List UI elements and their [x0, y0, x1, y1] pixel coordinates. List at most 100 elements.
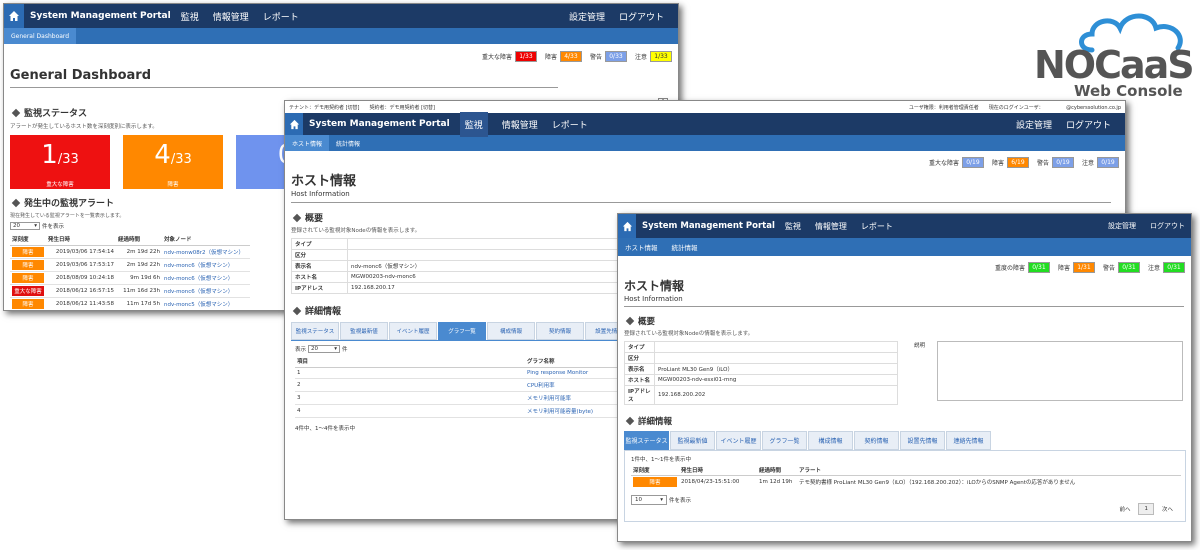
tenant-info[interactable]: テナント：デモ用契約者 [切替] 契約者：デモ用契約者 [切替]: [289, 104, 435, 111]
show-count-select[interactable]: 20 ▾: [308, 345, 341, 353]
column-header[interactable]: 経過時間: [757, 465, 797, 476]
badge-count[interactable]: 4/33: [559, 51, 582, 62]
nav-report[interactable]: レポート: [263, 10, 299, 23]
table-header: 深刻度 発生日時 経過時間 アラート: [631, 465, 1181, 476]
table-row[interactable]: 障害 2018/04/23-15:51:00 1m 12d 19h テモ契約書様…: [631, 476, 1181, 489]
alert-elapsed: 9m 19d 6h: [130, 275, 160, 281]
alert-node-link[interactable]: ndv-monc6（仮想マシン）: [162, 259, 250, 272]
detail-tab[interactable]: 監視ステータス: [291, 322, 339, 340]
detail-tab[interactable]: 監視最新値: [340, 322, 388, 340]
detail-tab[interactable]: 契約情報: [536, 322, 584, 340]
nav-logout[interactable]: ログアウト: [1150, 221, 1185, 231]
badge-count[interactable]: 6/19: [1006, 157, 1029, 168]
overview-row: 区分: [624, 352, 898, 364]
status-tile[interactable]: 4/33 障害: [123, 135, 223, 189]
brand-title[interactable]: System Management Portal: [30, 11, 171, 21]
badge-label: 警告: [1102, 265, 1115, 272]
badge-count[interactable]: 0/19: [961, 157, 984, 168]
home-icon[interactable]: [285, 113, 303, 135]
detail-tab[interactable]: イベント履歴: [389, 322, 437, 340]
brand-title[interactable]: System Management Portal: [309, 119, 450, 129]
field-value: 192.168.200.17: [347, 282, 621, 294]
table-row[interactable]: 障害 2019/03/06 17:53:17 2m 19d 22h ndv-mo…: [10, 259, 250, 272]
tab-general-dashboard[interactable]: General Dashboard: [4, 28, 77, 44]
tab-host-info[interactable]: ホスト情報: [618, 238, 665, 256]
alert-node-link[interactable]: ndv-monc5（仮想マシン）: [162, 298, 250, 311]
page-size-select[interactable]: 20 ▾: [10, 222, 40, 230]
row-number: 4: [297, 408, 301, 414]
nav-settings[interactable]: 設定管理: [1016, 118, 1052, 131]
next-page-button[interactable]: 次へ: [1158, 503, 1177, 515]
detail-tab[interactable]: 構成情報: [487, 322, 535, 340]
badge-count[interactable]: 1/31: [1072, 262, 1095, 273]
badge-count[interactable]: 1/33: [514, 51, 537, 62]
overview-row: ホスト名 MGW00203-ndv-monc6: [291, 271, 621, 283]
alert-node-link[interactable]: ndv-monc5（仮想マシン）: [162, 311, 250, 312]
page-1-button[interactable]: 1: [1138, 503, 1154, 515]
column-header[interactable]: 深刻度: [10, 233, 46, 246]
brand-title[interactable]: System Management Portal: [642, 221, 775, 231]
badge-count[interactable]: 0/19: [1051, 157, 1074, 168]
nav-monitor[interactable]: 監視: [181, 10, 199, 23]
detail-tab[interactable]: イベント履歴: [716, 431, 761, 450]
table-row[interactable]: 障害 2018/08/09 10:24:18 9m 19d 6h ndv-mon…: [10, 272, 250, 285]
show-count-value: 20: [311, 346, 319, 352]
table-row[interactable]: 障害 2018/06/12 11:43:56 11m 17d 5h ndv-mo…: [10, 311, 250, 312]
table-row[interactable]: 障害 2019/03/06 17:54:14 2m 19d 22h ndv-mo…: [10, 246, 250, 259]
nav-report[interactable]: レポート: [861, 221, 893, 232]
badge-count[interactable]: 0/31: [1027, 262, 1050, 273]
status-section-label: 監視ステータス: [24, 109, 88, 119]
column-header[interactable]: アラート: [797, 465, 1181, 476]
status-tile[interactable]: 1/33 重大な障害: [10, 135, 110, 189]
badge-count[interactable]: 0/33: [604, 51, 627, 62]
detail-section-label: 詳細情報: [638, 417, 673, 427]
alert-node-link[interactable]: ndv-monc6（仮想マシン）: [162, 272, 250, 285]
nav-report[interactable]: レポート: [552, 118, 588, 131]
badge-label: 重大な障害: [928, 160, 959, 167]
detail-tab[interactable]: 契約情報: [854, 431, 899, 450]
nav-info[interactable]: 情報管理: [502, 118, 538, 131]
column-header[interactable]: 発生日時: [46, 233, 116, 246]
column-header[interactable]: 深刻度: [631, 465, 679, 476]
column-header[interactable]: 項目: [295, 355, 525, 368]
detail-tab[interactable]: グラフ一覧: [762, 431, 807, 450]
badge-count[interactable]: 0/31: [1163, 262, 1185, 273]
column-header[interactable]: 対象ノード: [162, 233, 250, 246]
field-value: [347, 249, 621, 261]
alert-node-link[interactable]: ndv-monc6（仮想マシン）: [162, 285, 250, 298]
nav-monitor[interactable]: 監視: [785, 221, 801, 232]
alert-node-link[interactable]: ndv-monw08r2（仮想マシン）: [162, 246, 250, 259]
table-row[interactable]: 重大な障害 2018/06/12 16:57:15 11m 16d 23h nd…: [10, 285, 250, 298]
detail-tab[interactable]: 設置先情報: [900, 431, 945, 450]
home-icon[interactable]: [618, 214, 636, 238]
home-icon[interactable]: [4, 4, 24, 28]
table-row[interactable]: 障害 2018/06/12 11:43:58 11m 17d 5h ndv-mo…: [10, 298, 250, 311]
detail-tab[interactable]: 連絡先情報: [946, 431, 991, 450]
severity-badge: 障害: [12, 260, 44, 270]
nav-settings[interactable]: 設定管理: [569, 10, 605, 23]
prev-page-button[interactable]: 前へ: [1115, 503, 1134, 515]
detail-tab[interactable]: 監視ステータス: [624, 431, 669, 450]
overview-desc: 登録されている監視対象Nodeの情報を表示します。: [624, 331, 754, 337]
nav-logout[interactable]: ログアウト: [1066, 118, 1111, 131]
nav-settings[interactable]: 設定管理: [1108, 221, 1136, 231]
page-size-select[interactable]: 10 ▾: [631, 495, 667, 505]
nav-info[interactable]: 情報管理: [815, 221, 847, 232]
nav-logout[interactable]: ログアウト: [619, 10, 664, 23]
nav-monitor[interactable]: 監視: [459, 111, 488, 137]
overview-section-label: 概要: [638, 317, 656, 327]
column-header[interactable]: 発生日時: [679, 465, 757, 476]
overview-row: 表示名 ndv-monc6（仮想マシン）: [291, 260, 621, 272]
badge-count[interactable]: 1/33: [650, 51, 672, 62]
detail-tab[interactable]: 監視最新値: [670, 431, 715, 450]
severity-badge: 障害: [633, 477, 677, 487]
detail-tab[interactable]: 構成情報: [808, 431, 853, 450]
detail-tab[interactable]: グラフ一覧: [438, 322, 486, 340]
tab-host-info[interactable]: ホスト情報: [285, 135, 330, 151]
column-header[interactable]: 経過時間: [116, 233, 162, 246]
badge-count[interactable]: 0/19: [1097, 157, 1119, 168]
nav-info[interactable]: 情報管理: [213, 10, 249, 23]
badge-count[interactable]: 0/31: [1117, 262, 1140, 273]
tab-statistics[interactable]: 統計情報: [665, 238, 705, 256]
tab-statistics[interactable]: 統計情報: [329, 135, 367, 151]
